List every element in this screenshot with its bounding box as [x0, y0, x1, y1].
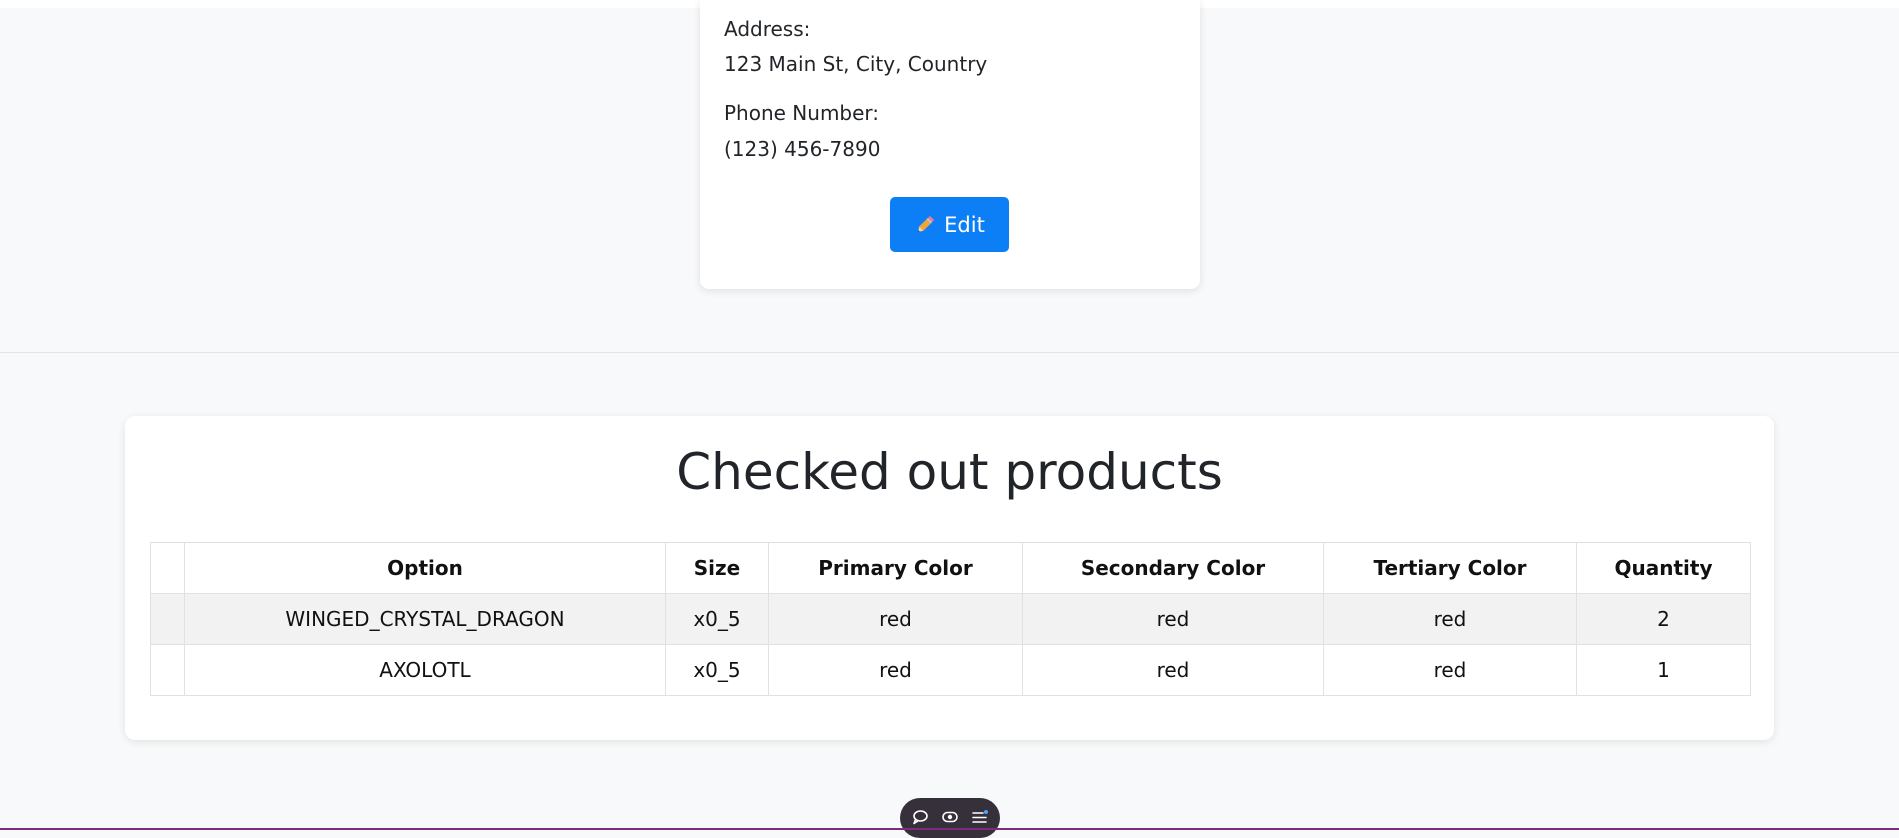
table-cell-option: WINGED_CRYSTAL_DRAGON — [184, 593, 666, 645]
address-label: Address: — [724, 17, 811, 41]
table-cell-index — [150, 644, 185, 696]
table-cell-secondary-color: red — [1022, 644, 1324, 696]
column-header-quantity: Quantity — [1576, 542, 1751, 594]
column-header-index — [150, 542, 185, 594]
products-title: Checked out products — [676, 443, 1223, 501]
table-cell-tertiary-color: red — [1323, 644, 1577, 696]
comment-icon[interactable] — [911, 808, 929, 826]
column-header-tertiary-color: Tertiary Color — [1323, 542, 1577, 594]
table-cell-primary-color: red — [768, 644, 1023, 696]
table-header-row: Option Size Primary Color Secondary Colo… — [150, 542, 1751, 594]
table-row: AXOLOTL x0_5 red red red 1 — [150, 644, 1751, 696]
profile-card: Address: 123 Main St, City, Country Phon… — [700, 0, 1200, 289]
table-cell-option: AXOLOTL — [184, 644, 666, 696]
column-header-primary-color: Primary Color — [768, 542, 1023, 594]
table-cell-size: x0_5 — [665, 644, 769, 696]
table-cell-quantity: 2 — [1576, 593, 1751, 645]
products-table: Option Size Primary Color Secondary Colo… — [150, 542, 1751, 696]
eye-icon[interactable] — [941, 808, 959, 826]
floating-toolbar — [900, 798, 1000, 838]
table-cell-tertiary-color: red — [1323, 593, 1577, 645]
table-cell-size: x0_5 — [665, 593, 769, 645]
phone-value: (123) 456-7890 — [724, 137, 881, 161]
edit-button-label: Edit — [944, 212, 985, 237]
table-row: WINGED_CRYSTAL_DRAGON x0_5 red red red 2 — [150, 593, 1751, 645]
pencil-icon — [914, 214, 936, 236]
phone-label: Phone Number: — [724, 101, 880, 125]
table-cell-secondary-color: red — [1022, 593, 1324, 645]
edit-button[interactable]: Edit — [890, 197, 1009, 252]
address-value: 123 Main St, City, Country — [724, 52, 988, 76]
table-cell-primary-color: red — [768, 593, 1023, 645]
section-divider — [0, 352, 1899, 353]
column-header-size: Size — [665, 542, 769, 594]
table-cell-index — [150, 593, 185, 645]
menu-list-icon[interactable] — [971, 808, 989, 826]
column-header-secondary-color: Secondary Color — [1022, 542, 1324, 594]
column-header-option: Option — [184, 542, 666, 594]
table-cell-quantity: 1 — [1576, 644, 1751, 696]
